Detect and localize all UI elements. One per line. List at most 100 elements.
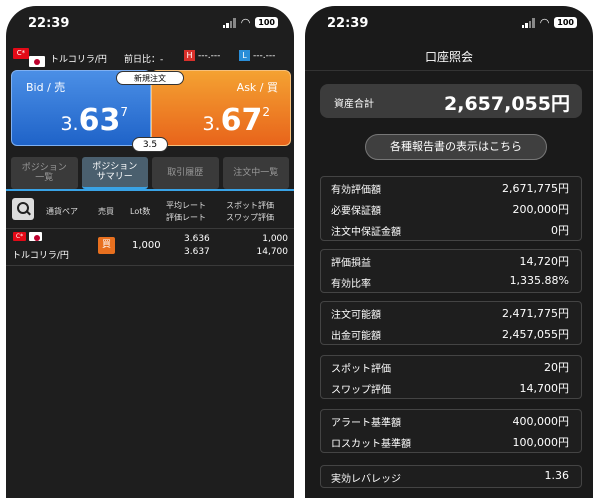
account-screen: 22:39 ◠ 100 口座照会 資産合計 2,657,055円 各種報告書の表… [305,6,593,498]
turkey-flag-icon: C* [13,48,29,59]
view-reports-button[interactable]: 各種報告書の表示はこちら [365,134,547,160]
col-side: 売買 [98,207,114,216]
tab-position-list[interactable]: ポジション 一覧 [11,157,78,189]
item-label: 出金可能額 [331,331,381,342]
row-pair: トルコリラ/円 [12,251,69,261]
item-value: 0円 [551,224,569,237]
row-spot-eval: 1,000 [262,234,288,244]
row-avg-rate: 3.636 [184,234,210,244]
item-label: スポット評価 [331,364,391,375]
tab-pending-orders-label: 注文中一覧 [233,167,279,178]
available-group: 注文可能額 2,471,775円 出金可能額 2,457,055円 [320,301,582,345]
item-label: スワップ評価 [331,385,391,396]
bid-label: Bid / 売 [26,81,66,94]
tab-position-summary-label: ポジション サマリー [92,161,138,182]
row-lot: 1,000 [132,240,161,251]
status-bar: 22:39 ◠ 100 [305,6,593,42]
status-icons: ◠ 100 [521,17,577,28]
table-divider [6,228,294,229]
list-item: 必要保証額 200,000円 [321,198,581,219]
row-side-buy-badge: 買 [98,237,115,254]
pnl-group: 評価損益 14,720円 有効比率 1,335.88% [320,249,582,293]
item-value: 1.36 [544,469,570,482]
ask-price-big: 67 [220,103,263,138]
status-time: 22:39 [327,16,369,31]
list-item: 有効評価額 2,671,775円 [321,177,581,198]
row-japan-flag-icon [29,232,42,241]
row-turkey-flag-icon: C* [13,232,26,241]
item-value: 2,457,055円 [502,328,569,341]
threshold-group: アラート基準額 400,000円 ロスカット基準額 100,000円 [320,409,582,453]
total-assets-label: 資産合計 [334,99,374,110]
japan-flag-icon [29,56,45,67]
item-value: 400,000円 [512,415,570,428]
item-value: 1,335.88% [509,274,569,287]
item-value: 200,000円 [512,203,570,216]
new-order-label: 新規注文 [116,71,184,85]
ask-price-small: 3. [202,113,221,135]
tabs-underline [6,189,294,191]
ask-price: 3. 67 2 [202,103,270,138]
currency-pair-header[interactable]: C* トルコリラ/円 前日比：- H ---.--- L ---.--- [6,48,294,70]
item-label: 注文可能額 [331,310,381,321]
page-title: 口座照会 [424,50,473,64]
list-item: 注文可能額 2,471,775円 [321,302,581,323]
list-item: ロスカット基準額 100,000円 [321,431,581,452]
status-icons: ◠ 100 [222,15,278,29]
item-label: 評価損益 [331,258,371,269]
item-label: 必要保証額 [331,206,381,217]
list-item: 有効比率 1,335.88% [321,271,581,292]
bid-price-small: 3. [60,113,79,135]
item-label: 実効レバレッジ [331,474,401,485]
pair-flags: C* [13,48,47,68]
col-lot: Lot数 [130,207,151,216]
item-value: 14,700円 [519,382,570,395]
pair-name: トルコリラ/円 [50,55,107,65]
cellular-signal-icon [222,17,236,28]
cellular-signal-icon [521,17,535,28]
item-label: アラート基準額 [331,418,401,429]
item-value: 20円 [544,361,569,374]
position-tabs: ポジション 一覧 ポジション サマリー 取引履歴 注文中一覧 [11,157,289,189]
tab-position-summary[interactable]: ポジション サマリー [81,157,148,189]
list-item: アラート基準額 400,000円 [321,410,581,431]
margin-group: 有効評価額 2,671,775円 必要保証額 200,000円 注文中保証金額 0円 [320,176,582,241]
low-tag-icon: L [239,50,250,61]
high-value-text: ---.--- [198,50,221,61]
table-header: 通貨ペア 売買 Lot数 平均レート 評価レート スポット評価 スワップ評価 [6,196,294,226]
high-tag-icon: H [184,50,195,61]
status-time: 22:39 [28,16,70,31]
low-value-text: ---.--- [253,50,276,61]
evaluation-group: スポット評価 20円 スワップ評価 14,700円 [320,355,582,399]
bid-price-pip: 7 [120,105,128,119]
title-divider [305,70,593,71]
tab-pending-orders[interactable]: 注文中一覧 [222,157,289,189]
table-row[interactable]: C* トルコリラ/円 買 1,000 3.636 3.637 1,000 14,… [6,230,294,264]
prev-day-change: 前日比：- [124,55,164,65]
col-pair: 通貨ペア [46,207,78,216]
spread-badge: 3.5 [132,137,168,152]
status-bar: 22:39 ◠ 100 [6,6,294,42]
total-assets-box: 資産合計 2,657,055円 [320,84,582,118]
item-label: 有効比率 [331,279,371,290]
tab-trade-history[interactable]: 取引履歴 [152,157,219,189]
item-value: 2,671,775円 [502,182,569,195]
col-swap-eval: スワップ評価 [226,213,274,222]
item-label: ロスカット基準額 [331,439,411,450]
tab-trade-history-label: 取引履歴 [167,167,204,178]
ask-price-pip: 2 [262,105,270,119]
wifi-icon: ◠ [240,15,251,29]
list-item: スポット評価 20円 [321,356,581,377]
bid-price-big: 63 [78,103,121,138]
item-value: 2,471,775円 [502,307,569,320]
list-item: 注文中保証金額 0円 [321,219,581,240]
total-assets-value: 2,657,055円 [444,93,570,115]
row-swap-eval: 14,700 [256,247,289,257]
battery-icon: 100 [255,17,278,28]
battery-icon: 100 [554,17,577,28]
trade-screen: 22:39 ◠ 100 C* トルコリラ/円 前日比：- H ---.--- L… [6,6,294,498]
row-eval-rate: 3.637 [184,247,210,257]
col-spot-eval: スポット評価 [226,201,274,210]
high-value: H ---.--- [184,50,220,61]
col-eval-rate: 評価レート [166,213,206,222]
